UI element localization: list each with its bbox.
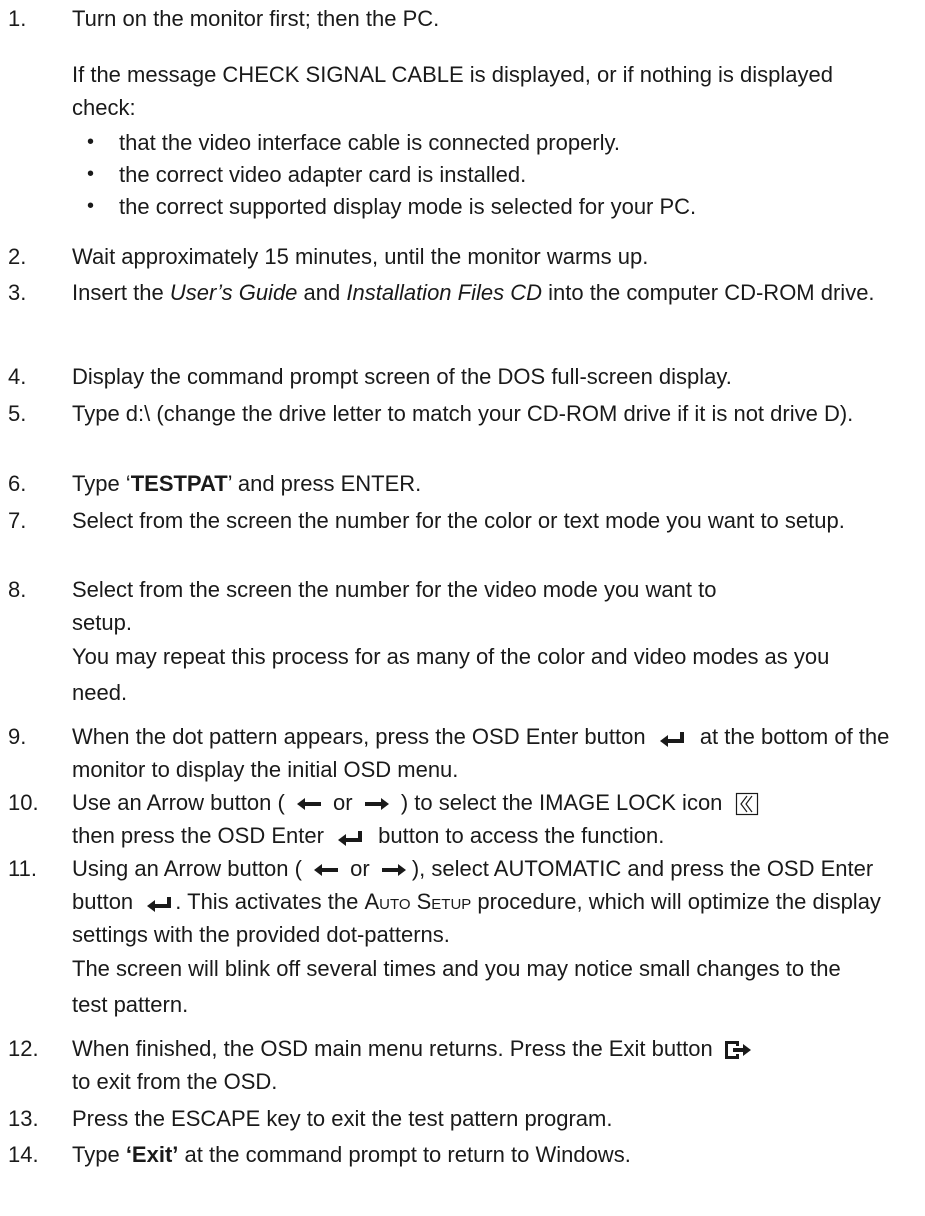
step-text: Insert the User’s Guide and Installation…: [72, 280, 875, 305]
step-number: 2.: [8, 244, 27, 269]
bullet-text: the correct video adapter card is instal…: [119, 162, 527, 187]
bullet-marker: •: [87, 195, 95, 217]
step-number: 12.: [8, 1036, 39, 1061]
image-lock-icon: [735, 793, 758, 816]
step-text: Use an Arrow button ( or ) to select the…: [72, 786, 922, 852]
bullet-text: the correct supported display mode is se…: [119, 194, 697, 219]
step-text: Press the ESCAPE key to exit the test pa…: [72, 1106, 613, 1131]
exit-icon: [724, 1041, 751, 1060]
left-arrow-icon: [314, 864, 339, 877]
step-number: 8.: [8, 577, 27, 602]
step-text: Type ‘Exit’ at the command prompt to ret…: [72, 1142, 631, 1167]
step-text: Select from the screen the number for th…: [72, 508, 845, 533]
step-number: 11.: [8, 856, 37, 881]
step-number: 7.: [8, 508, 27, 533]
step-text: Type ‘TESTPAT’ and press ENTER.: [72, 471, 422, 496]
step-text: Select from the screen the number for th…: [72, 577, 717, 635]
right-arrow-icon: [364, 798, 389, 811]
step-text: When finished, the OSD main menu returns…: [72, 1032, 882, 1098]
bullet-marker: •: [87, 163, 95, 185]
step-number: 13.: [8, 1106, 39, 1131]
note-text: The screen will blink off several times …: [72, 956, 841, 1017]
note-text: You may repeat this process for as many …: [72, 644, 830, 705]
step-number: 6.: [8, 471, 27, 496]
check-signal-intro: If the message CHECK SIGNAL CABLE is dis…: [72, 62, 833, 120]
bullet-text: that the video interface cable is connec…: [119, 130, 621, 155]
step-number: 3.: [8, 280, 27, 305]
enter-icon: [338, 831, 363, 847]
step-text: Type d:\ (change the drive letter to mat…: [72, 401, 854, 426]
enter-icon: [659, 732, 684, 748]
step-number: 14.: [8, 1142, 39, 1167]
step-text: When the dot pattern appears, press the …: [72, 724, 890, 782]
step-text: Wait approximately 15 minutes, until the…: [72, 244, 649, 269]
left-arrow-icon: [296, 798, 321, 811]
step-text: Display the command prompt screen of the…: [72, 364, 732, 389]
step-number: 4.: [8, 364, 27, 389]
step-text: Turn on the monitor first; then the PC.: [72, 6, 440, 31]
step-number: 9.: [8, 724, 27, 749]
step-number: 1.: [8, 6, 27, 31]
step-number: 5.: [8, 401, 27, 426]
bullet-marker: •: [87, 131, 95, 153]
step-number: 10.: [8, 790, 39, 815]
enter-icon: [147, 897, 172, 913]
step-text: Using an Arrow button ( or ), select AUT…: [72, 856, 881, 947]
right-arrow-icon: [381, 864, 406, 877]
